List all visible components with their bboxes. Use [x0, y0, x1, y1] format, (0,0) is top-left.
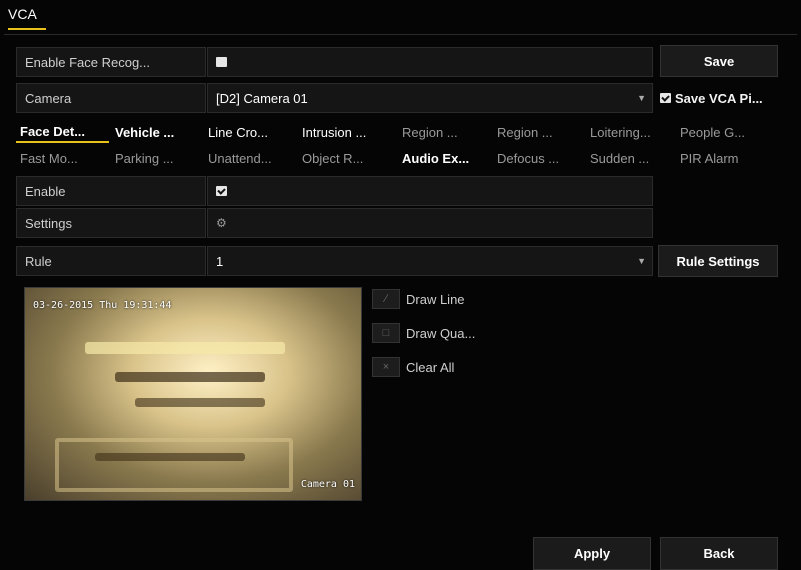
vca-type-tabs-row-2: Fast Mo... Parking ... Unattend... Objec…: [16, 147, 786, 169]
vca-type-tabs-row-1: Face Det... Vehicle ... Line Cro... Intr…: [16, 121, 786, 143]
clear-all-label: Clear All: [406, 359, 455, 375]
tab-face-detection[interactable]: Face Det...: [16, 121, 109, 143]
tab-loitering[interactable]: Loitering...: [586, 121, 674, 143]
rule-label-cell: Rule: [16, 246, 206, 276]
tab-region-exiting[interactable]: Region ...: [493, 121, 584, 143]
chevron-down-icon: ▼: [637, 93, 646, 103]
tab-line-crossing[interactable]: Line Cro...: [204, 121, 296, 143]
camera-label: Camera: [25, 90, 72, 106]
tab-object-removal[interactable]: Object R...: [298, 147, 396, 169]
enable-label: Enable: [25, 183, 66, 199]
enable-face-checkbox[interactable]: [216, 57, 227, 67]
tab-defocus[interactable]: Defocus ...: [493, 147, 584, 169]
tab-region-entrance[interactable]: Region ...: [398, 121, 491, 143]
save-vca-picture-option[interactable]: Save VCA Pi...: [660, 83, 798, 113]
tab-people-gathering[interactable]: People G...: [676, 121, 776, 143]
rule-settings-button[interactable]: Rule Settings: [658, 245, 778, 277]
tab-pir-alarm[interactable]: PIR Alarm: [676, 147, 776, 169]
preview-blur-shape: [135, 398, 265, 407]
preview-camera-name: Camera 01: [300, 479, 355, 490]
tab-audio-exception[interactable]: Audio Ex...: [398, 147, 491, 169]
clear-all-icon: ×: [372, 357, 400, 377]
settings-value-cell: ⚙: [207, 208, 653, 238]
enable-value-cell: [207, 176, 653, 206]
preview-blur-shape: [55, 438, 293, 492]
save-vca-picture-checkbox[interactable]: [660, 93, 671, 103]
enable-label-cell: Enable: [16, 176, 206, 206]
preview-blur-shape: [115, 372, 265, 382]
enable-face-label: Enable Face Recog...: [25, 54, 151, 70]
tab-parking[interactable]: Parking ...: [111, 147, 202, 169]
draw-line-icon: ∕: [372, 289, 400, 309]
tab-vehicle-detection[interactable]: Vehicle ...: [111, 121, 202, 143]
enable-checkbox[interactable]: [216, 186, 227, 196]
tab-unattended-baggage[interactable]: Unattend...: [204, 147, 296, 169]
draw-quadrilateral-label: Draw Qua...: [406, 325, 476, 341]
camera-select-value: [D2] Camera 01: [216, 90, 308, 106]
tab-fast-moving[interactable]: Fast Mo...: [16, 147, 109, 169]
back-button[interactable]: Back: [660, 537, 778, 570]
gear-icon[interactable]: ⚙: [216, 216, 227, 230]
settings-label-cell: Settings: [16, 208, 206, 238]
enable-face-value-cell: [207, 47, 653, 77]
settings-label: Settings: [25, 215, 72, 231]
draw-quadrilateral-icon: □: [372, 323, 400, 343]
camera-select[interactable]: [D2] Camera 01 ▼: [207, 83, 653, 113]
preview-blur-shape: [95, 453, 245, 461]
rule-select[interactable]: 1 ▼: [207, 246, 653, 276]
rule-label: Rule: [25, 253, 52, 269]
active-tab-indicator: [8, 28, 46, 30]
header-divider: [4, 34, 797, 35]
save-button[interactable]: Save: [660, 45, 778, 77]
clear-all-tool[interactable]: × Clear All: [372, 357, 454, 377]
draw-quadrilateral-tool[interactable]: □ Draw Qua...: [372, 323, 475, 343]
enable-face-label-cell: Enable Face Recog...: [16, 47, 206, 77]
camera-preview[interactable]: 03-26-2015 Thu 19:31:44 Camera 01: [24, 287, 362, 501]
tab-vca[interactable]: VCA: [8, 6, 37, 22]
chevron-down-icon: ▼: [637, 256, 646, 266]
tab-sudden-scene-change[interactable]: Sudden ...: [586, 147, 674, 169]
preview-timestamp: 03-26-2015 Thu 19:31:44: [33, 300, 172, 311]
tab-intrusion[interactable]: Intrusion ...: [298, 121, 396, 143]
save-vca-picture-label: Save VCA Pi...: [675, 90, 763, 106]
rule-select-value: 1: [216, 253, 224, 269]
draw-line-tool[interactable]: ∕ Draw Line: [372, 289, 465, 309]
camera-label-cell: Camera: [16, 83, 206, 113]
preview-blur-shape: [85, 342, 285, 354]
apply-button[interactable]: Apply: [533, 537, 651, 570]
draw-line-label: Draw Line: [406, 291, 465, 307]
